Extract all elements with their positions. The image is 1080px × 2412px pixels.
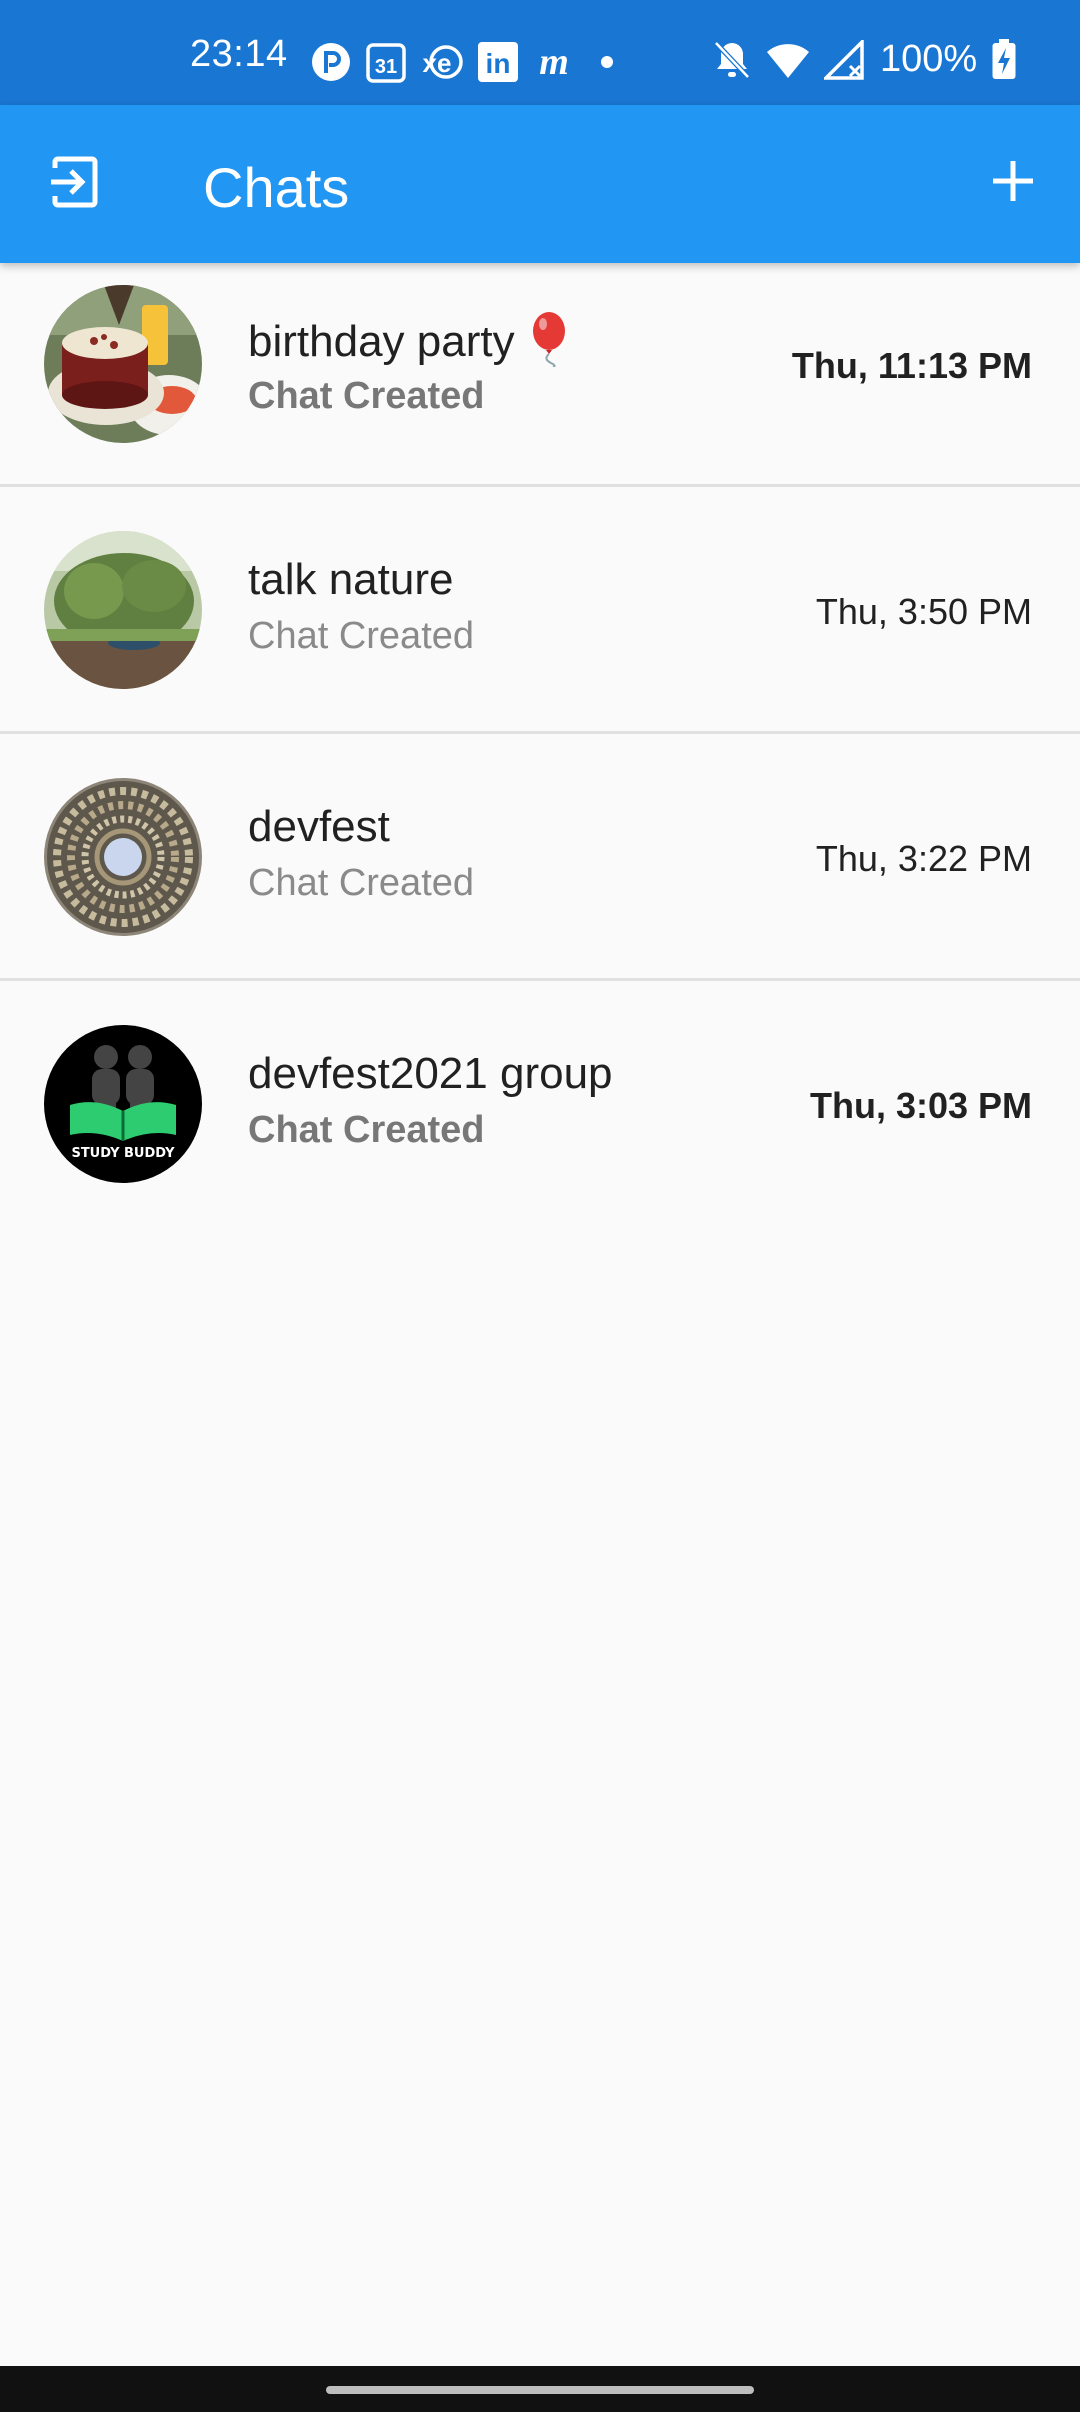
signal-icon	[824, 39, 864, 81]
app-bar: Chats	[0, 105, 1080, 263]
bell-off-icon	[712, 39, 752, 81]
chat-time: Thu, 3:22 PM	[815, 838, 1032, 879]
svg-text:xe: xe	[423, 48, 452, 78]
chat-avatar-cake-photo	[44, 285, 202, 443]
battery-charging-icon	[991, 38, 1017, 81]
chat-subtitle: Chat Created	[248, 862, 475, 904]
chat-list: birthday party Chat Created Thu, 11:13 P…	[0, 263, 1080, 1228]
calendar-31-icon: 31	[366, 41, 406, 83]
add-icon	[989, 157, 1037, 210]
chat-time: Thu, 11:13 PM	[791, 345, 1032, 386]
notification-icons: 31 xe in m	[310, 40, 614, 84]
chat-avatar-garden-photo	[44, 531, 202, 689]
chat-name: devfest2021 group	[248, 1049, 613, 1098]
chats-screen: 23:14 31 xe in m 100% Chats birthday par…	[0, 0, 1080, 2412]
m-app-icon: m	[532, 41, 576, 83]
pinterest-style-p-icon	[310, 41, 352, 83]
home-gesture-handle[interactable]	[326, 2386, 754, 2394]
add-chat-button[interactable]	[980, 150, 1046, 216]
chat-row-talk-nature[interactable]: talk nature Chat Created Thu, 3:50 PM	[0, 487, 1080, 734]
chat-subtitle: Chat Created	[248, 615, 475, 657]
chat-row-devfest[interactable]: devfest Chat Created Thu, 3:22 PM	[0, 734, 1080, 981]
chat-name: birthday party	[248, 311, 569, 378]
xe-icon: xe	[420, 41, 464, 83]
chat-row-devfest2021-group[interactable]: STUDY BUDDY devfest2021 group Chat Creat…	[0, 981, 1080, 1228]
chat-name: talk nature	[248, 555, 454, 604]
chat-row-birthday-party[interactable]: birthday party Chat Created Thu, 11:13 P…	[0, 263, 1080, 487]
status-time: 23:14	[190, 33, 288, 75]
svg-text:in: in	[486, 48, 511, 79]
logout-button[interactable]	[44, 153, 106, 215]
linkedin-icon: in	[478, 41, 518, 83]
svg-text:31: 31	[375, 56, 397, 78]
chat-subtitle: Chat Created	[248, 375, 485, 417]
chat-avatar-mirror-photo	[44, 778, 202, 936]
study-buddy-text: STUDY BUDDY	[71, 1146, 175, 1161]
battery-percent: 100%	[880, 38, 978, 80]
balloon-icon	[529, 311, 569, 378]
wifi-icon	[766, 39, 810, 81]
system-icons: 100%	[712, 38, 1017, 81]
logout-icon	[47, 154, 103, 215]
chat-name: devfest	[248, 802, 390, 851]
status-bar: 23:14 31 xe in m 100%	[0, 0, 1080, 105]
chat-time: Thu, 3:50 PM	[815, 591, 1032, 632]
system-navigation-bar	[0, 2366, 1080, 2412]
svg-text:m: m	[539, 41, 569, 83]
chat-avatar-study-buddy-logo: STUDY BUDDY	[44, 1025, 202, 1183]
page-title: Chats	[203, 156, 350, 219]
chat-subtitle: Chat Created	[248, 1109, 485, 1151]
dot-icon	[600, 41, 614, 83]
chat-time: Thu, 3:03 PM	[809, 1085, 1032, 1126]
